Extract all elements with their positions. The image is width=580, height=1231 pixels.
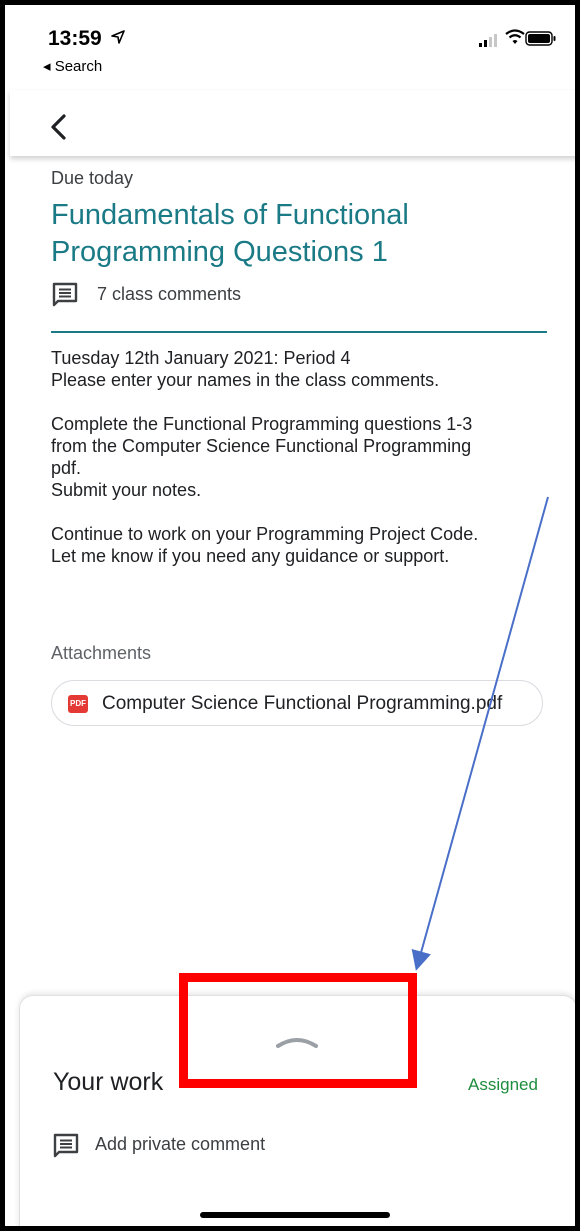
phone-screen: 13:59 ◂ Search Due today Fundamentals of… [0,0,580,1231]
annotation-arrow [411,496,549,971]
